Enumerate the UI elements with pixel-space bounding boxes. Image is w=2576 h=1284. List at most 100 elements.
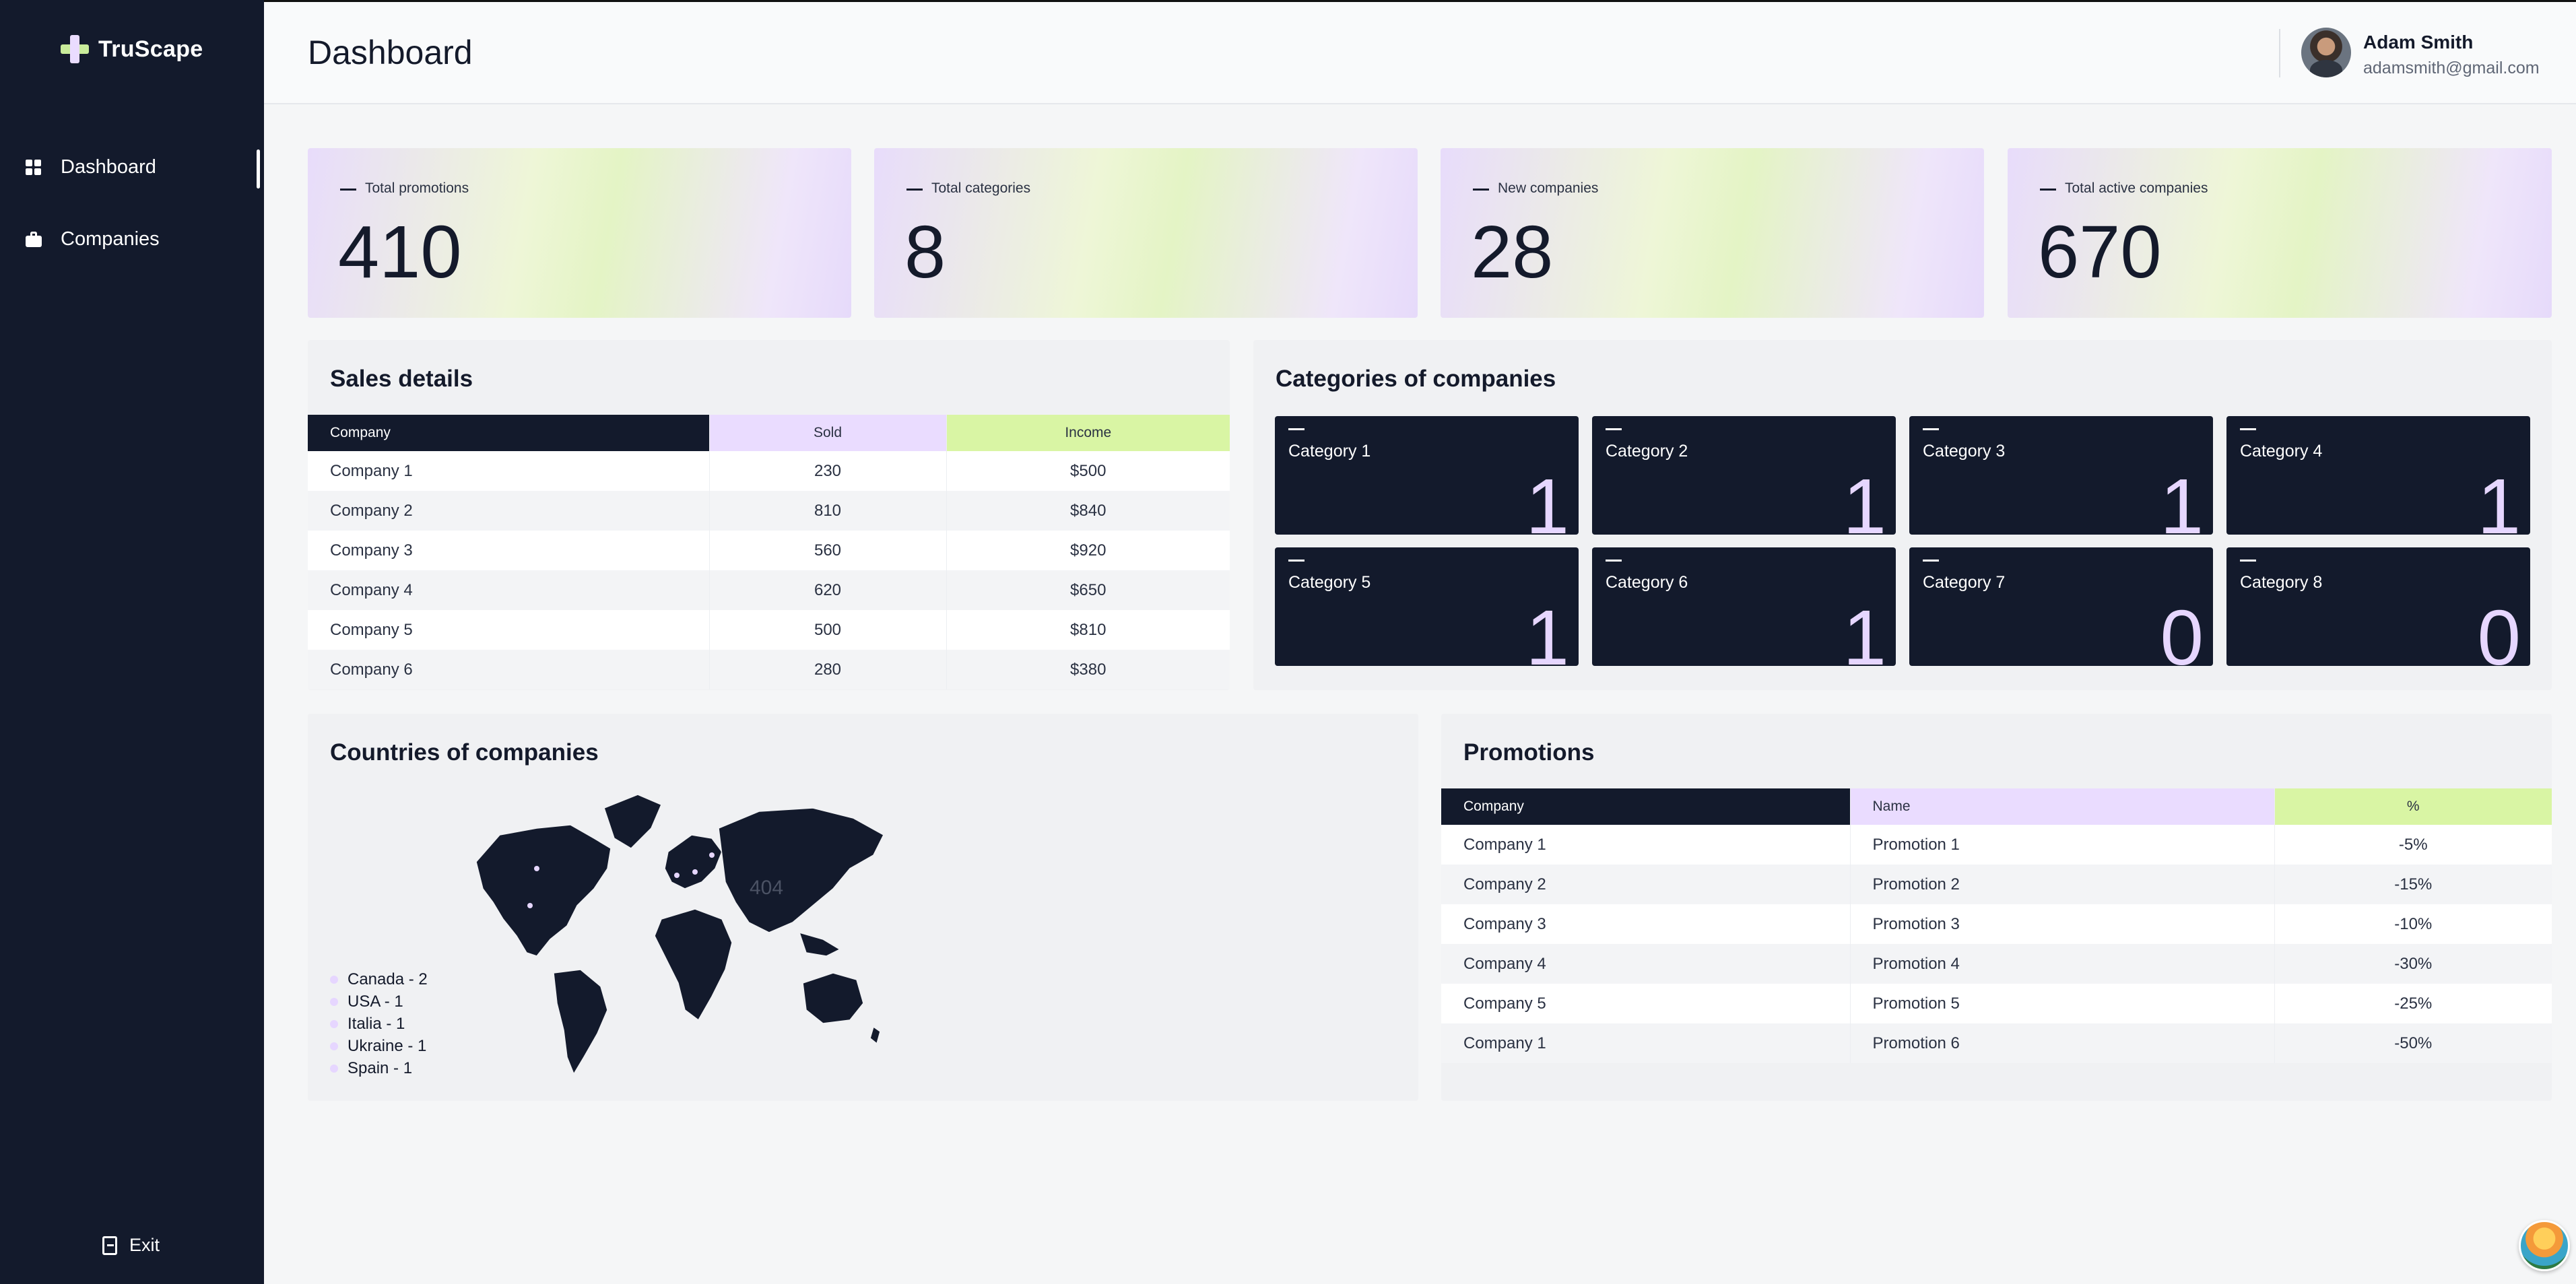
- legend-dot: [330, 1042, 338, 1050]
- category-name: Category 7: [1923, 573, 2006, 592]
- divider: [2279, 29, 2280, 77]
- category-card[interactable]: Category 5 1: [1275, 547, 1579, 666]
- briefcase-icon: [26, 231, 42, 248]
- marker-spain: [674, 873, 680, 878]
- sidebar-item-dashboard[interactable]: Dashboard: [26, 156, 156, 178]
- stat-value: 670: [2038, 211, 2162, 294]
- category-name: Category 4: [2240, 442, 2323, 461]
- column-header-company[interactable]: Company: [308, 415, 709, 451]
- dash-marker: [1473, 189, 1489, 191]
- stat-label: Total categories: [931, 180, 1031, 196]
- brand-logo[interactable]: TruScape: [61, 35, 203, 63]
- user-email: adamsmith@gmail.com: [2363, 59, 2540, 77]
- category-card[interactable]: Category 4 1: [2226, 416, 2530, 535]
- legend-item: Ukraine - 1: [330, 1035, 428, 1057]
- greenland-shape: [603, 794, 662, 849]
- world-map[interactable]: [436, 788, 894, 1077]
- cell-percent: -25%: [2274, 984, 2552, 1023]
- sidebar-item-label: Dashboard: [61, 156, 156, 178]
- table-row[interactable]: Company 4 Promotion 4 -30%: [1441, 944, 2552, 984]
- countries-panel: Countries of companies 404 Canada - 2 US…: [308, 714, 1418, 1101]
- cell-company: Company 2: [308, 491, 709, 531]
- avatar[interactable]: [2301, 28, 2351, 77]
- cell-income: $920: [946, 531, 1230, 570]
- exit-button[interactable]: Exit: [102, 1235, 160, 1256]
- map-legend: Canada - 2 USA - 1 Italia - 1 Ukraine - …: [330, 968, 428, 1079]
- dash-marker: [1606, 428, 1622, 430]
- cell-percent: -15%: [2274, 865, 2552, 904]
- north-america-shape: [475, 824, 612, 957]
- category-card[interactable]: Category 7 0: [1909, 547, 2213, 666]
- legend-label: Italia - 1: [348, 1014, 405, 1033]
- cell-company: Company 4: [1441, 944, 1850, 984]
- column-header-sold[interactable]: Sold: [708, 415, 946, 451]
- sales-details-panel: Sales details Company Sold Income Compan…: [308, 340, 1230, 690]
- category-card[interactable]: Category 3 1: [1909, 416, 2213, 535]
- cell-sold: 280: [708, 650, 946, 689]
- cell-company: Company 5: [308, 610, 709, 650]
- category-name: Category 1: [1288, 442, 1371, 461]
- cell-sold: 500: [708, 610, 946, 650]
- table-row[interactable]: Company 1 230 $500: [308, 451, 1230, 491]
- cell-percent: -50%: [2274, 1023, 2552, 1063]
- categories-panel: Categories of companies Category 1 1 Cat…: [1253, 340, 2552, 690]
- category-card[interactable]: Category 1 1: [1275, 416, 1579, 535]
- stat-label: Total active companies: [2065, 180, 2208, 196]
- cell-company: Company 1: [1441, 825, 1850, 865]
- cell-sold: 560: [708, 531, 946, 570]
- stat-value: 28: [1471, 211, 1554, 294]
- table-row[interactable]: Company 4 620 $650: [308, 570, 1230, 610]
- marker-canada: [534, 866, 539, 871]
- table-row[interactable]: Company 3 560 $920: [308, 531, 1230, 570]
- cell-promotion-name: Promotion 3: [1849, 904, 2274, 944]
- table-row[interactable]: Company 5 Promotion 5 -25%: [1441, 984, 2552, 1023]
- cell-income: $840: [946, 491, 1230, 531]
- column-header-income[interactable]: Income: [946, 415, 1230, 451]
- cell-income: $650: [946, 570, 1230, 610]
- legend-label: Ukraine - 1: [348, 1036, 427, 1055]
- table-row[interactable]: Company 6 280 $380: [308, 650, 1230, 689]
- table-row[interactable]: Company 1 Promotion 6 -50%: [1441, 1023, 2552, 1063]
- stat-card-total-active-companies: Total active companies 670: [2008, 148, 2552, 318]
- user-name[interactable]: Adam Smith: [2363, 32, 2473, 53]
- dash-marker: [2240, 428, 2256, 430]
- cell-sold: 810: [708, 491, 946, 531]
- table-row[interactable]: Company 1 Promotion 1 -5%: [1441, 825, 2552, 865]
- legend-label: Spain - 1: [348, 1058, 413, 1077]
- table-row[interactable]: Company 2 810 $840: [308, 491, 1230, 531]
- category-count: 1: [1525, 594, 1569, 666]
- cell-company: Company 5: [1441, 984, 1850, 1023]
- south-america-shape: [553, 969, 608, 1075]
- cell-company: Company 6: [308, 650, 709, 689]
- sidebar-item-companies[interactable]: Companies: [26, 228, 160, 250]
- stat-value: 8: [904, 211, 946, 294]
- cell-percent: -10%: [2274, 904, 2552, 944]
- table-row[interactable]: Company 5 500 $810: [308, 610, 1230, 650]
- column-header-percent[interactable]: %: [2274, 788, 2552, 825]
- legend-dot: [330, 997, 338, 1006]
- legend-dot: [330, 1019, 338, 1028]
- top-header: Dashboard Adam Smith adamsmith@gmail.com: [264, 0, 2576, 104]
- cell-company: Company 1: [308, 451, 709, 491]
- table-row[interactable]: Company 3 Promotion 3 -10%: [1441, 904, 2552, 944]
- column-header-company[interactable]: Company: [1441, 788, 1850, 825]
- table-row[interactable]: Company 2 Promotion 2 -15%: [1441, 865, 2552, 904]
- legend-dot: [330, 1064, 338, 1073]
- category-card[interactable]: Category 6 1: [1592, 547, 1896, 666]
- active-indicator: [257, 149, 260, 189]
- floating-assistant-button[interactable]: [2519, 1220, 2570, 1271]
- legend-item: USA - 1: [330, 990, 428, 1013]
- category-name: Category 3: [1923, 442, 2006, 461]
- marker-italia: [692, 869, 698, 875]
- legend-label: USA - 1: [348, 992, 403, 1011]
- category-count: 0: [2477, 594, 2521, 666]
- category-card[interactable]: Category 2 1: [1592, 416, 1896, 535]
- marker-usa: [527, 903, 533, 908]
- brand-name: TruScape: [98, 36, 203, 62]
- australia-shape: [802, 972, 864, 1024]
- cell-promotion-name: Promotion 1: [1849, 825, 2274, 865]
- promotions-table: Company Name % Company 1 Promotion 1 -5%…: [1441, 788, 2552, 1063]
- category-name: Category 8: [2240, 573, 2323, 592]
- category-card[interactable]: Category 8 0: [2226, 547, 2530, 666]
- column-header-name[interactable]: Name: [1849, 788, 2274, 825]
